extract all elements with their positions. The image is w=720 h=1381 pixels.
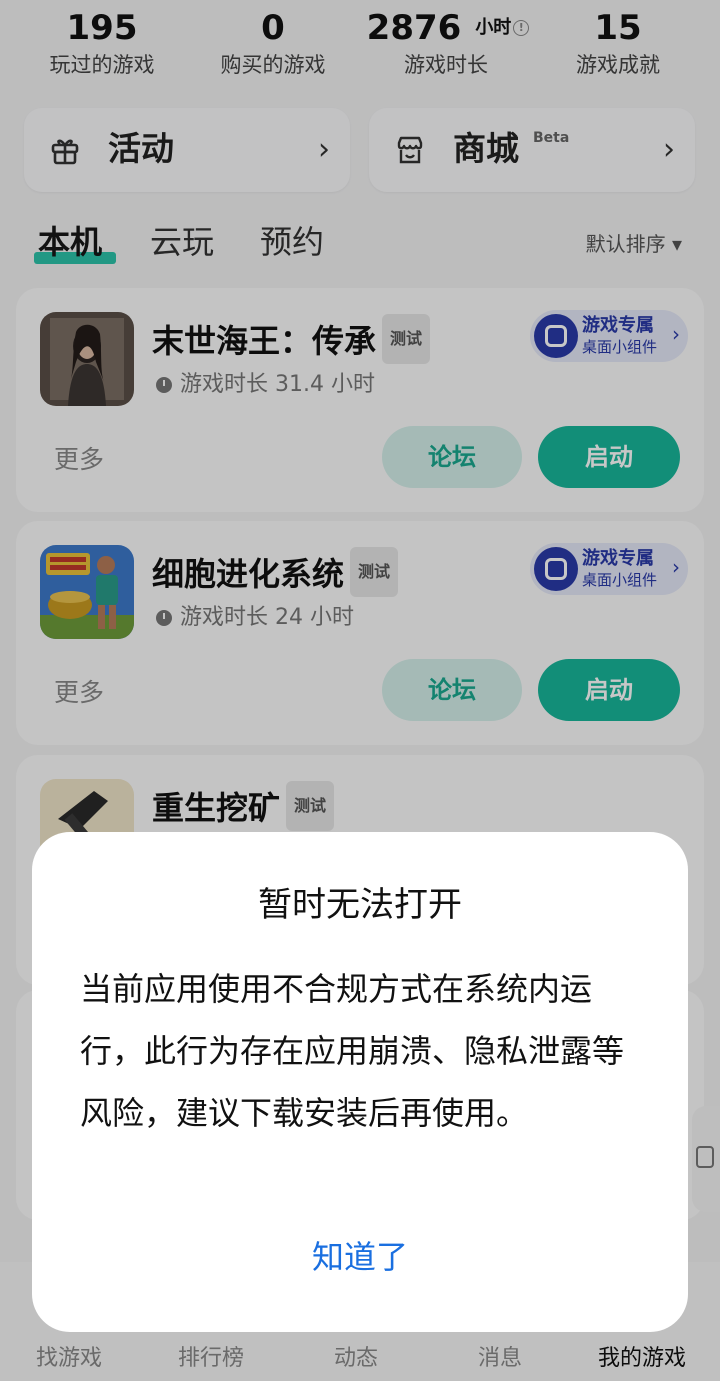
tab-local[interactable]: 本机 — [38, 218, 102, 266]
dialog-message: 当前应用使用不合规方式在系统内运行，此行为存在应用崩溃、隐私泄露等风险，建议下载… — [80, 970, 625, 1132]
dialog-title: 暂时无法打开 — [258, 885, 462, 925]
cannot-open-dialog: 暂时无法打开 当前应用使用不合规方式在系统内运行，此行为存在应用崩溃、隐私泄露等… — [32, 832, 688, 1332]
got-it-button[interactable]: 知道了 — [32, 1232, 688, 1282]
